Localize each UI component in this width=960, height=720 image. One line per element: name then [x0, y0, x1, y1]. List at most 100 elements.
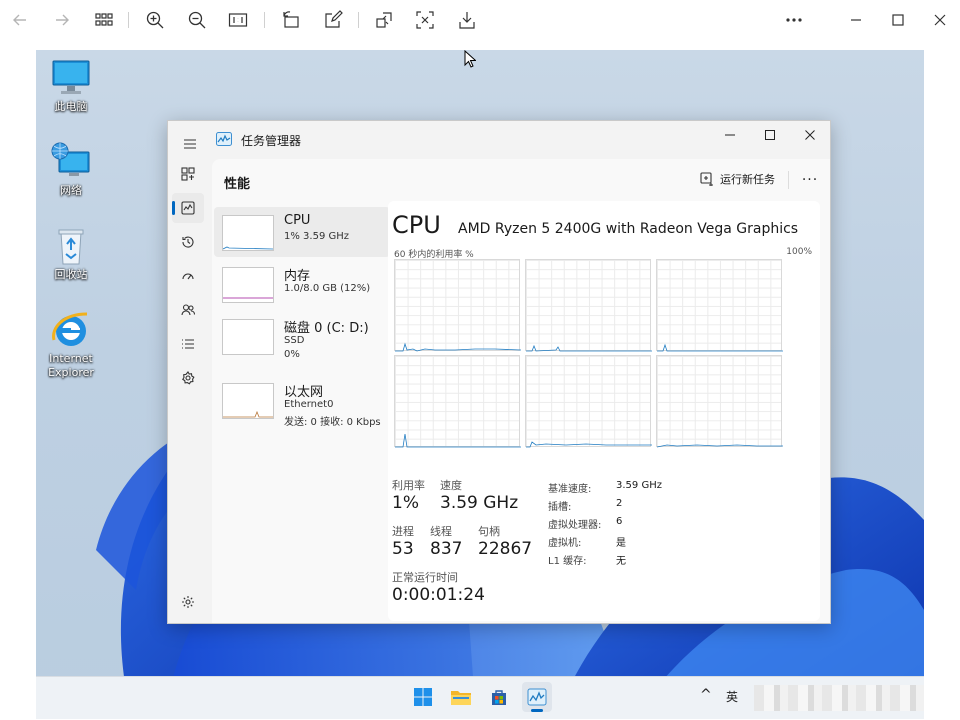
- store-icon[interactable]: [484, 682, 514, 712]
- spec-value: 无: [616, 556, 626, 567]
- desktop-icon-computer[interactable]: 此电脑: [36, 58, 106, 114]
- actual-size-icon[interactable]: [224, 6, 252, 34]
- ie-icon: [49, 310, 93, 350]
- resource-item-memory[interactable]: 内存 1.0/8.0 GB (12%): [214, 259, 390, 309]
- close-icon[interactable]: [926, 6, 954, 34]
- resource-name: CPU: [284, 213, 311, 228]
- ethernet-thumbnail-graph: [222, 383, 274, 419]
- resource-name: 内存: [284, 269, 311, 284]
- task-manager-title: 任务管理器: [241, 134, 302, 148]
- page-title: 性能: [224, 177, 251, 192]
- app-history-icon[interactable]: [172, 227, 204, 257]
- desktop-icon-network[interactable]: 网络: [36, 142, 106, 198]
- cpu-model-name: AMD Ryzen 5 2400G with Radeon Vega Graph…: [458, 221, 799, 237]
- disk-thumbnail-graph: [222, 319, 274, 355]
- taskbar: ^ 英: [36, 676, 924, 719]
- resource-item-cpu[interactable]: CPU 1% 3.59 GHz: [214, 207, 390, 257]
- performance-icon[interactable]: [172, 193, 204, 223]
- tm-maximize-icon[interactable]: [750, 121, 790, 149]
- more-options-button[interactable]: ···: [796, 169, 824, 191]
- rotate-icon[interactable]: [277, 6, 305, 34]
- settings-icon[interactable]: [172, 587, 204, 617]
- recycle-bin-icon: [49, 226, 93, 266]
- menu-icon[interactable]: [174, 129, 206, 159]
- details-icon[interactable]: [172, 329, 204, 359]
- uptime-value: 0:00:01:24: [392, 585, 485, 605]
- zoom-out-icon[interactable]: [183, 6, 211, 34]
- handles-label: 句柄: [478, 525, 500, 538]
- core-graph-4: [525, 355, 652, 448]
- resource-detail: SSD: [284, 335, 305, 346]
- viewer-toolbar: [0, 0, 960, 40]
- core-graph-0: [394, 259, 521, 352]
- core-graph-5: [656, 355, 783, 448]
- tm-close-icon[interactable]: [790, 121, 830, 149]
- resource-name: 以太网: [284, 385, 324, 400]
- tray-overflow-chevron[interactable]: ^: [700, 687, 712, 703]
- run-new-task-label: 运行新任务: [720, 173, 775, 186]
- processes-icon[interactable]: [172, 159, 204, 189]
- spec-key: 基准速度:: [548, 484, 592, 495]
- run-new-task-button[interactable]: 运行新任务: [700, 171, 775, 187]
- desktop-icon-recycle-bin[interactable]: 回收站: [36, 226, 106, 282]
- uptime-label: 正常运行时间: [392, 571, 458, 584]
- resource-detail: 1.0/8.0 GB (12%): [284, 283, 371, 294]
- computer-icon: [49, 58, 93, 98]
- edit-icon[interactable]: [319, 6, 347, 34]
- task-manager-taskbar-icon[interactable]: [522, 682, 552, 712]
- crop-icon[interactable]: [370, 6, 398, 34]
- users-icon[interactable]: [172, 295, 204, 325]
- processes-value: 53: [392, 539, 414, 559]
- memory-thumbnail-graph: [222, 267, 274, 303]
- desktop-icon-label: 网络: [60, 184, 82, 197]
- spec-key: L1 缓存:: [548, 556, 587, 567]
- thumbnails-icon[interactable]: [90, 6, 118, 34]
- spec-value: 是: [616, 538, 626, 549]
- core-graph-3: [394, 355, 521, 448]
- cpu-detail-panel: CPU AMD Ryzen 5 2400G with Radeon Vega G…: [388, 201, 820, 621]
- resource-item-ethernet[interactable]: 以太网 Ethernet0 发送: 0 接收: 0 Kbps: [214, 375, 390, 428]
- network-icon: [49, 142, 93, 182]
- start-icon[interactable]: [408, 682, 438, 712]
- desktop-icon-ie[interactable]: Internet Explorer: [36, 310, 106, 380]
- resource-detail: 1% 3.59 GHz: [284, 231, 350, 242]
- graph-max-label: 100%: [786, 247, 812, 257]
- resource-item-disk[interactable]: 磁盘 0 (C: D:) SSD 0%: [214, 311, 390, 361]
- resource-detail: Ethernet0: [284, 399, 334, 410]
- utilization-value: 1%: [392, 493, 419, 513]
- minimize-icon[interactable]: [842, 6, 870, 34]
- desktop-icon-label: Internet Explorer: [48, 352, 94, 379]
- desktop-icon-label: 回收站: [54, 268, 88, 281]
- ocr-icon[interactable]: [411, 6, 439, 34]
- core-graph-1: [525, 259, 652, 352]
- spec-value: 2: [616, 498, 623, 509]
- resource-detail-2: 0%: [284, 349, 300, 360]
- processes-label: 进程: [392, 525, 414, 538]
- more-icon[interactable]: [780, 6, 808, 34]
- input-language-indicator[interactable]: 英: [726, 688, 738, 705]
- cpu-thumbnail-graph: [222, 215, 274, 251]
- maximize-icon[interactable]: [884, 6, 912, 34]
- back-icon[interactable]: [6, 6, 34, 34]
- speed-value: 3.59 GHz: [440, 493, 519, 513]
- zoom-in-icon[interactable]: [141, 6, 169, 34]
- core-graph-2: [656, 259, 783, 352]
- forward-icon[interactable]: [48, 6, 76, 34]
- speed-label: 速度: [440, 479, 462, 492]
- spec-value: 6: [616, 516, 623, 527]
- resource-detail-2: 发送: 0 接收: 0 Kbps: [284, 417, 381, 428]
- handles-value: 22867: [478, 539, 533, 559]
- utilization-label: 利用率: [392, 479, 425, 492]
- run-task-icon: [700, 172, 714, 186]
- spec-value: 3.59 GHz: [616, 480, 662, 491]
- tm-minimize-icon[interactable]: [710, 121, 750, 149]
- services-icon[interactable]: [172, 363, 204, 393]
- performance-page: 性能 运行新任务 ··· CPU 1% 3.59 GHz 内存 1.0/8.0 …: [212, 159, 830, 623]
- navigation-rail: [168, 157, 208, 623]
- task-manager-app-icon: [216, 132, 232, 146]
- task-manager-titlebar[interactable]: 任务管理器: [168, 121, 830, 157]
- file-explorer-icon[interactable]: [446, 682, 476, 712]
- startup-apps-icon[interactable]: [172, 261, 204, 291]
- save-icon[interactable]: [453, 6, 481, 34]
- desktop-icon-label: 此电脑: [54, 100, 88, 113]
